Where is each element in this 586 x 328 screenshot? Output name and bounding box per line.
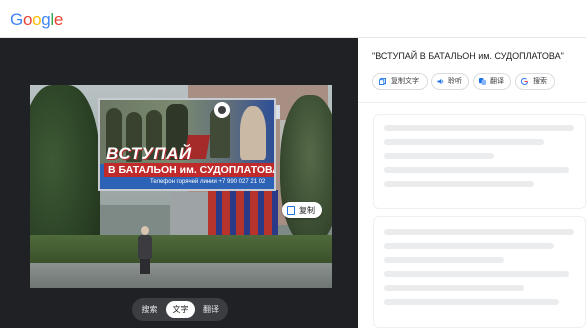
translate-icon — [479, 78, 486, 85]
billboard-hotline: Телефон горячей линии +7 990 027 21 02 — [150, 179, 266, 185]
photo-hedge — [30, 235, 332, 265]
detected-text-title: "ВСТУПАЙ В БАТАЛЬОН им. СУДОПЛАТОВА" — [372, 51, 564, 61]
logo-text: Google — [10, 10, 64, 29]
copy-icon — [379, 78, 386, 85]
google-g-icon — [521, 78, 528, 85]
billboard-line1: ВСТУПАЙ — [106, 144, 192, 163]
results-divider — [358, 102, 586, 103]
copy-text-label: 复制文字 — [391, 78, 419, 85]
listen-button[interactable]: 聆听 — [431, 73, 469, 90]
billboard: ВСТУПАЙ В БАТАЛЬОН им. СУДОПЛАТОВА Телеф… — [98, 98, 276, 191]
image-viewer-panel: ВСТУПАЙ В БАТАЛЬОН им. СУДОПЛАТОВА Телеф… — [0, 38, 358, 328]
top-bar: Google — [0, 0, 586, 38]
mode-switcher: 搜索 文字 翻译 — [132, 298, 228, 321]
copy-chip-label: 复制 — [299, 206, 315, 215]
search-button[interactable]: 搜索 — [515, 73, 555, 90]
mode-text-button[interactable]: 文字 — [166, 301, 195, 318]
copy-icon — [287, 206, 295, 215]
copy-text-button[interactable]: 复制文字 — [372, 73, 428, 90]
translate-button[interactable]: 翻译 — [473, 73, 511, 90]
mode-translate-button[interactable]: 翻译 — [197, 301, 225, 318]
results-panel: "ВСТУПАЙ В БАТАЛЬОН им. СУДОПЛАТОВА" 复制文… — [358, 38, 586, 328]
result-card-loading — [373, 114, 586, 209]
uploaded-photo[interactable]: ВСТУПАЙ В БАТАЛЬОН им. СУДОПЛАТОВА Телеф… — [30, 85, 332, 288]
translate-label: 翻译 — [490, 78, 504, 85]
speaker-icon — [437, 78, 444, 85]
copy-text-chip[interactable]: 复制 — [282, 202, 322, 218]
result-card-loading — [373, 216, 586, 328]
mode-search-button[interactable]: 搜索 — [135, 301, 164, 318]
billboard-line2: В БАТАЛЬОН им. СУДОПЛАТОВА — [108, 164, 276, 176]
google-logo[interactable]: Google — [10, 10, 63, 30]
photo-tree-right — [280, 95, 332, 245]
billboard-portrait — [240, 106, 266, 160]
lens-dot-icon[interactable] — [214, 102, 230, 118]
search-label: 搜索 — [533, 78, 547, 85]
photo-ground — [30, 263, 332, 288]
listen-label: 聆听 — [448, 78, 462, 85]
photo-person — [136, 226, 154, 274]
